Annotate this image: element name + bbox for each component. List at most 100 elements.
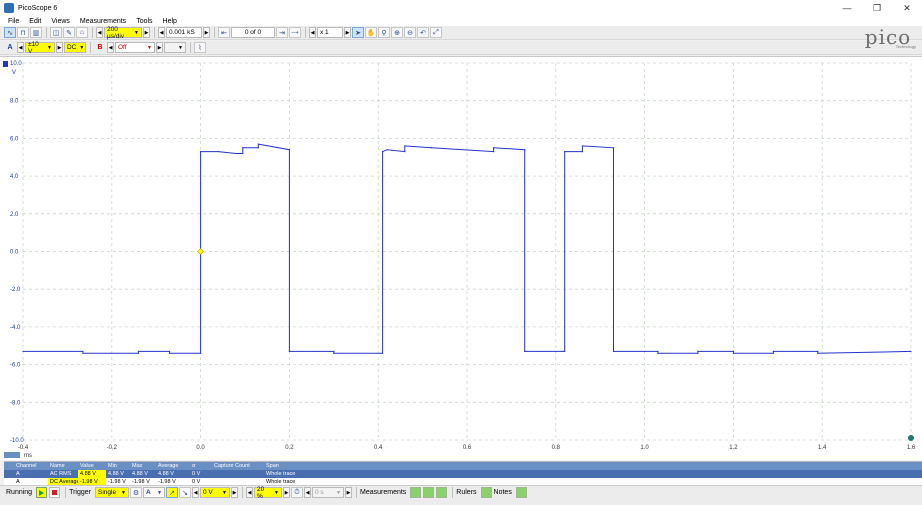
measurements-label: Measurements xyxy=(360,489,407,496)
post-trigger-delay-icon[interactable]: ⏱ xyxy=(291,487,303,498)
close-button[interactable]: ✕ xyxy=(892,0,922,16)
app-icon xyxy=(4,3,14,13)
trigger-channel-select[interactable]: A ▼ xyxy=(143,487,165,498)
y-tick-label: 6.0 xyxy=(10,136,19,142)
notes-icon[interactable] xyxy=(515,487,527,498)
rulers-icon[interactable] xyxy=(480,487,492,498)
trigger-mode-select[interactable]: Single ▼ xyxy=(95,487,129,498)
threshold-next-icon[interactable]: ▶ xyxy=(231,487,238,498)
trace-point xyxy=(242,147,244,149)
pretrigger-next-icon[interactable]: ▶ xyxy=(283,487,290,498)
pretrigger-field[interactable]: 20 % ▼ xyxy=(254,486,282,500)
zoom-fit-icon[interactable]: ⤢ xyxy=(430,27,442,38)
trace-point xyxy=(817,352,819,354)
probe-icon[interactable]: ✎ xyxy=(63,27,75,38)
delete-measurement-icon[interactable] xyxy=(436,487,448,498)
picoscope-window: PicoScope 6 — ❐ ✕ File Edit Views Measur… xyxy=(0,0,922,505)
trace-point xyxy=(168,352,171,354)
buffer-last-icon[interactable]: ⤏ xyxy=(289,27,301,38)
measurement-row[interactable]: A AC RMS 4.88 V 4.88 V 4.88 V 4.88 V 0 V… xyxy=(4,470,922,478)
x-tick-label: 1.4 xyxy=(818,445,827,451)
buffer-first-icon[interactable]: ⇤ xyxy=(218,27,230,38)
trace-point xyxy=(732,352,735,354)
menu-tools[interactable]: Tools xyxy=(136,18,152,25)
home-icon[interactable]: ⌂ xyxy=(76,27,88,38)
menu-file[interactable]: File xyxy=(8,18,19,25)
undo-zoom-icon[interactable]: ↶ xyxy=(417,27,429,38)
trace-point xyxy=(288,350,290,353)
trace-point xyxy=(200,352,202,354)
minimize-button[interactable]: — xyxy=(832,0,862,16)
channel-a-coupling-select[interactable]: DC ▼ xyxy=(64,42,86,53)
timebase-select[interactable]: 200 µs/div ▼ xyxy=(104,26,142,40)
channel-a-range-select[interactable]: ±10 V ▼ xyxy=(25,41,55,55)
y-tick-label: -4.0 xyxy=(10,325,21,331)
pico-logo: pico Technology xyxy=(864,25,916,49)
oscilloscope-plot[interactable]: 10.0 8.0 6.0 4.0 2.0 0.0 -2.0 -4.0 -6.0 -8.0 -10.0… xyxy=(0,57,922,461)
restore-button[interactable]: ❐ xyxy=(862,0,892,16)
channel-b-range-select[interactable]: Off ▼ xyxy=(115,42,155,53)
persistence-mode-icon[interactable]: ⊓ xyxy=(17,27,29,38)
delay-next-icon[interactable]: ▶ xyxy=(345,487,352,498)
running-label: Running xyxy=(6,489,33,496)
channel-b-range-prev-icon[interactable]: ◀ xyxy=(107,42,114,53)
y-tick-label: -2.0 xyxy=(10,287,21,293)
spectrum-mode-icon[interactable]: ▥ xyxy=(30,27,42,38)
edit-measurement-icon[interactable] xyxy=(423,487,435,498)
threshold-prev-icon[interactable]: ◀ xyxy=(192,487,199,498)
channel-a-range-next-icon[interactable]: ▶ xyxy=(56,42,63,53)
pointer-icon[interactable]: ➤ xyxy=(352,27,364,38)
header-max: Max xyxy=(132,463,143,469)
rising-edge-icon[interactable]: ↗ xyxy=(166,487,178,498)
cell-channel: A xyxy=(16,471,20,477)
pretrigger-prev-icon[interactable]: ◀ xyxy=(246,487,253,498)
zoom-out-icon[interactable]: ⊖ xyxy=(404,27,416,38)
advanced-trigger-icon[interactable]: ⚙ xyxy=(130,487,142,498)
x-tick-label: 1.2 xyxy=(729,445,738,451)
channel-b-coupling-select[interactable]: ▼ xyxy=(164,42,186,53)
measurements-table: Channel Name Value Min Max Average σ Cap… xyxy=(4,461,922,486)
scope-mode-icon[interactable]: ∿ xyxy=(4,27,16,38)
buffer-next-icon[interactable]: ⇥ xyxy=(276,27,288,38)
falling-edge-icon[interactable]: ↘ xyxy=(179,487,191,498)
samples-prev-icon[interactable]: ◀ xyxy=(158,27,165,38)
menu-edit[interactable]: Edit xyxy=(29,18,41,25)
trace-point xyxy=(217,150,219,153)
trace-point xyxy=(382,150,384,153)
start-capture-icon[interactable] xyxy=(36,487,48,498)
threshold-field[interactable]: 0 V ▼ xyxy=(200,487,230,498)
channel-options-icon[interactable]: ◫ xyxy=(50,27,62,38)
y-tick-label: 0.0 xyxy=(10,250,19,256)
menu-help[interactable]: Help xyxy=(163,18,177,25)
zoom-prev-icon[interactable]: ◀ xyxy=(309,27,316,38)
menu-measurements[interactable]: Measurements xyxy=(80,18,126,25)
delay-field[interactable]: 0 s ▼ xyxy=(312,487,344,498)
zoom-field[interactable]: x 1 xyxy=(317,27,343,38)
channel-b-range-next-icon[interactable]: ▶ xyxy=(156,42,163,53)
zoom-next-icon[interactable]: ▶ xyxy=(344,27,351,38)
trace-point xyxy=(817,350,819,353)
hand-icon[interactable]: ✋ xyxy=(365,27,377,38)
channel-a-range-prev-icon[interactable]: ◀ xyxy=(17,42,24,53)
channel-a-label[interactable]: A xyxy=(4,42,16,53)
x-tick-label: 0.8 xyxy=(552,445,561,451)
zoom-icon[interactable]: ⚲ xyxy=(378,27,390,38)
trace-point xyxy=(382,352,384,354)
timebase-prev-icon[interactable]: ◀ xyxy=(96,27,103,38)
buffer-field[interactable]: 0 of 0 xyxy=(231,27,275,38)
menu-views[interactable]: Views xyxy=(51,18,70,25)
header-value: Value xyxy=(80,463,94,469)
timebase-axis-marker xyxy=(4,452,20,458)
delay-prev-icon[interactable]: ◀ xyxy=(304,487,311,498)
samples-next-icon[interactable]: ▶ xyxy=(203,27,210,38)
samples-field[interactable]: 0.001 kS xyxy=(166,27,202,38)
zoom-in-icon[interactable]: ⊕ xyxy=(391,27,403,38)
timebase-next-icon[interactable]: ▶ xyxy=(143,27,150,38)
scope-view[interactable]: 10.0 8.0 6.0 4.0 2.0 0.0 -2.0 -4.0 -6.0 -8.0 -10.0… xyxy=(0,56,922,460)
stop-capture-icon[interactable] xyxy=(49,487,61,498)
trace-point xyxy=(581,150,584,153)
math-channel-icon[interactable]: ⌇ xyxy=(194,42,206,53)
add-measurement-icon[interactable] xyxy=(410,487,422,498)
cell-average: 4.88 V xyxy=(158,471,174,477)
channel-b-label[interactable]: B xyxy=(94,42,106,53)
